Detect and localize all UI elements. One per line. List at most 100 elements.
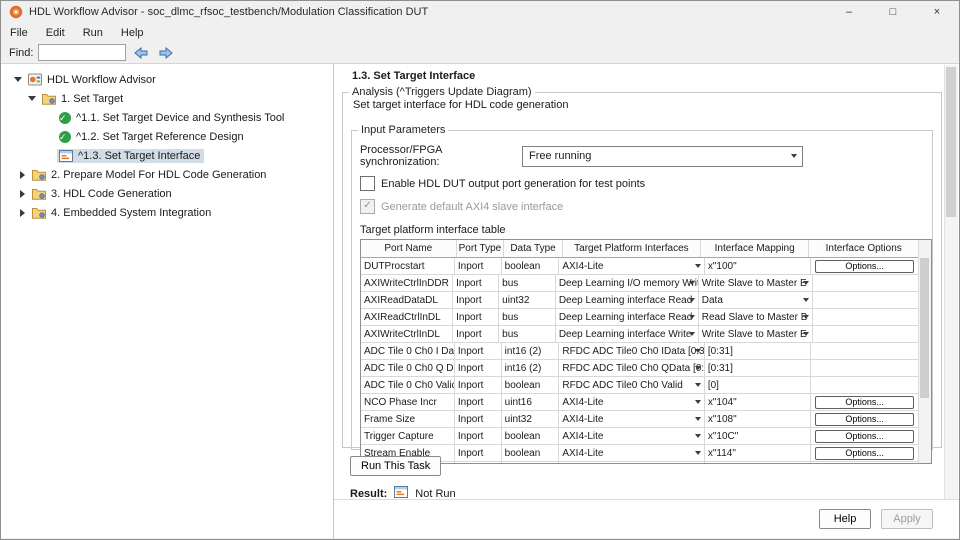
- menu-run[interactable]: Run: [74, 23, 112, 42]
- task-panel: 1.3. Set Target Interface Analysis (^Tri…: [334, 64, 959, 538]
- tree-item-label: HDL Workflow Advisor: [47, 74, 156, 86]
- tree-item-set-target-reference[interactable]: ^1.2. Set Target Reference Design: [1, 127, 333, 146]
- cell-interface-mapping[interactable]: x"114": [705, 445, 812, 461]
- tree-item-set-target-device[interactable]: ^1.1. Set Target Device and Synthesis To…: [1, 108, 333, 127]
- chevron-down-icon: [689, 332, 695, 336]
- tree-item-label: 4. Embedded System Integration: [51, 207, 211, 219]
- chevron-down-icon[interactable]: [27, 96, 37, 101]
- check-circle-icon: [59, 112, 71, 124]
- folder-icon: [42, 93, 56, 105]
- cell-port-name: ADC Tile 0 Ch0 Q Data: [361, 360, 455, 376]
- cell-port-name: ADC Tile 0 Ch0 I Data: [361, 343, 455, 359]
- input-parameters-label: Input Parameters: [358, 124, 448, 136]
- chevron-down-icon: [695, 400, 701, 404]
- sync-label: Processor/FPGA synchronization:: [360, 144, 522, 168]
- testpoints-checkbox[interactable]: [360, 176, 375, 191]
- find-previous-button[interactable]: [131, 44, 151, 62]
- menu-help[interactable]: Help: [112, 23, 153, 42]
- mapping-dropdown[interactable]: Write Slave to Master E: [699, 275, 814, 291]
- interface-dropdown[interactable]: AXI4-Lite: [559, 428, 704, 444]
- table-row: NCO Phase Incr Inport uint16 AXI4-Lite x…: [361, 394, 918, 411]
- content-area: HDL Workflow Advisor 1. Set Target: [1, 63, 959, 538]
- chevron-right-icon[interactable]: [17, 209, 27, 217]
- help-button[interactable]: Help: [819, 509, 871, 529]
- cell-interface-mapping[interactable]: [0:31]: [705, 360, 812, 376]
- interface-dropdown[interactable]: RFDC ADC Tile0 Ch0 QData [0:3: [559, 360, 704, 376]
- minimize-button[interactable]: –: [827, 1, 871, 23]
- chevron-right-icon[interactable]: [17, 190, 27, 198]
- cell-port-type: Inport: [453, 275, 499, 291]
- cell-interface-mapping[interactable]: [0]: [705, 377, 812, 393]
- cell-port-type: Inport: [455, 258, 502, 274]
- mapping-dropdown[interactable]: Read Slave to Master B: [699, 309, 814, 325]
- cell-data-type: boolean: [502, 445, 560, 461]
- find-bar: Find:: [1, 42, 959, 63]
- chevron-right-icon[interactable]: [17, 171, 27, 179]
- panel-scrollbar-thumb[interactable]: [946, 67, 956, 217]
- interface-dropdown[interactable]: Deep Learning I/O memory Writ: [556, 275, 699, 291]
- task-icon: [59, 150, 73, 162]
- interface-dropdown[interactable]: AXI4-Lite: [559, 411, 704, 427]
- cell-data-type: bus: [499, 309, 556, 325]
- mapping-dropdown[interactable]: Data: [699, 292, 814, 308]
- interface-dropdown[interactable]: Deep Learning interface Read: [556, 292, 699, 308]
- close-button[interactable]: ×: [915, 1, 959, 23]
- cell-port-type: Inport: [455, 394, 502, 410]
- interface-dropdown[interactable]: Deep Learning interface Write: [556, 326, 699, 342]
- interface-dropdown[interactable]: AXI4-Lite: [559, 258, 704, 274]
- table-scrollbar-thumb[interactable]: [920, 258, 929, 398]
- cell-interface-mapping[interactable]: x"108": [705, 411, 812, 427]
- tree-item-label: ^1.1. Set Target Device and Synthesis To…: [76, 112, 284, 124]
- interface-dropdown[interactable]: Deep Learning interface Read: [556, 309, 699, 325]
- cell-interface-mapping[interactable]: x"104": [705, 394, 812, 410]
- cell-port-name: AXIWriteCtrlInDDR: [361, 275, 453, 291]
- interface-dropdown[interactable]: RFDC ADC Tile0 Ch0 IData [0:3: [559, 343, 704, 359]
- interface-dropdown[interactable]: AXI4-Lite: [559, 394, 704, 410]
- chevron-down-icon: [695, 434, 701, 438]
- cell-data-type: bus: [499, 275, 556, 291]
- find-input[interactable]: [38, 44, 126, 61]
- options-button[interactable]: Options...: [815, 413, 914, 426]
- cell-data-type: uint32: [502, 411, 560, 427]
- options-button[interactable]: Options...: [815, 396, 914, 409]
- tree-item-set-target-interface[interactable]: ^1.3. Set Target Interface: [1, 146, 333, 165]
- interface-dropdown[interactable]: AXI4-Lite: [559, 445, 704, 461]
- menu-edit[interactable]: Edit: [37, 23, 74, 42]
- cell-port-name: DUTProcstart: [361, 258, 455, 274]
- col-header-port-name: Port Name: [361, 240, 457, 257]
- tree-item-hdl-code-generation[interactable]: 3. HDL Code Generation: [1, 184, 333, 203]
- table-scrollbar[interactable]: [918, 240, 931, 463]
- arrow-left-icon: [134, 47, 148, 59]
- tree-item-embedded-system-integration[interactable]: 4. Embedded System Integration: [1, 203, 333, 222]
- options-button[interactable]: Options...: [815, 260, 914, 273]
- advisor-icon: [28, 73, 42, 86]
- cell-interface-mapping[interactable]: x"100": [705, 258, 812, 274]
- tree-item-prepare-model[interactable]: 2. Prepare Model For HDL Code Generation: [1, 165, 333, 184]
- page-title: 1.3. Set Target Interface: [352, 70, 475, 82]
- mapping-dropdown[interactable]: Write Slave to Master E: [699, 326, 814, 342]
- menu-file[interactable]: File: [1, 23, 37, 42]
- maximize-button[interactable]: □: [871, 1, 915, 23]
- cell-port-name: AXIWriteCtrlInDL: [361, 326, 453, 342]
- input-parameters-group: Input Parameters Processor/FPGA synchron…: [351, 124, 933, 450]
- table-row: AXIReadDataDL Inport uint32 Deep Learnin…: [361, 292, 918, 309]
- options-button[interactable]: Options...: [815, 430, 914, 443]
- panel-scrollbar[interactable]: [944, 65, 958, 499]
- interface-dropdown[interactable]: AXI4-Lite: [559, 462, 704, 464]
- options-button[interactable]: Options...: [815, 447, 914, 460]
- tree-item-root[interactable]: HDL Workflow Advisor: [1, 70, 333, 89]
- interface-dropdown[interactable]: RFDC ADC Tile0 Ch0 Valid: [559, 377, 704, 393]
- cell-port-type: Inport: [453, 309, 499, 325]
- cell-interface-mapping[interactable]: x"10C": [705, 428, 812, 444]
- run-this-task-button[interactable]: Run This Task: [350, 456, 441, 476]
- tree-item-set-target[interactable]: 1. Set Target: [1, 89, 333, 108]
- cell-interface-mapping[interactable]: x"128": [705, 462, 812, 464]
- cell-interface-mapping[interactable]: [0:31]: [705, 343, 812, 359]
- table-row: AXIWriteCtrlInDDR Inport bus Deep Learni…: [361, 275, 918, 292]
- sync-dropdown[interactable]: Free running: [522, 146, 803, 167]
- tree-item-label: 1. Set Target: [61, 93, 123, 105]
- chevron-down-icon: [695, 451, 701, 455]
- options-button[interactable]: Options...: [815, 464, 914, 465]
- find-next-button[interactable]: [156, 44, 176, 62]
- chevron-down-icon[interactable]: [13, 77, 23, 82]
